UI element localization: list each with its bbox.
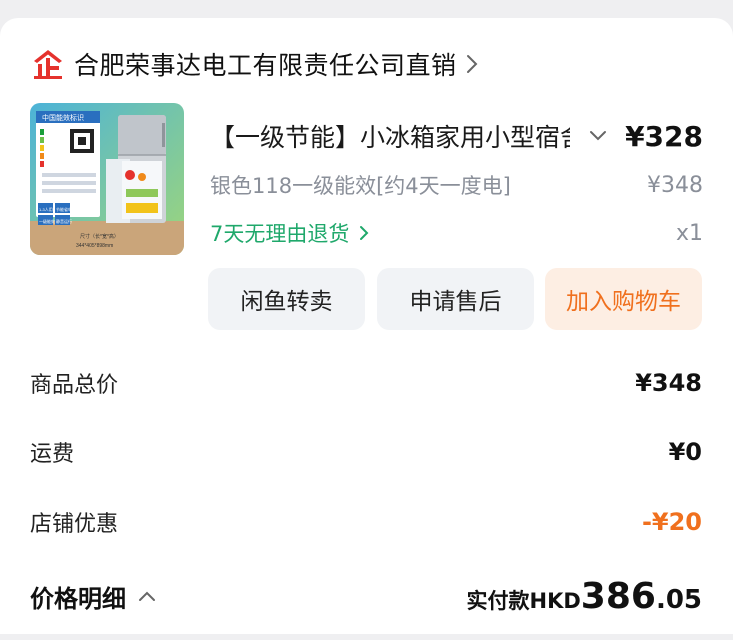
product-price: ¥328 — [625, 119, 703, 153]
product-title[interactable]: 【一级节能】小冰箱家用小型宿舍 — [210, 118, 570, 154]
shipping-row: 运费 ¥0 — [30, 434, 702, 470]
size-value: 344*405*898mm — [76, 243, 113, 249]
feature-4: 静音运行 — [56, 218, 72, 224]
return-row: 7天无理由退货 x1 — [210, 217, 703, 249]
shop-discount-row: 店铺优惠 -¥20 — [30, 504, 702, 540]
shop-name[interactable]: 合肥荣事达电工有限责任公司直销 — [74, 46, 457, 82]
shop-header[interactable]: 合肥荣事达电工有限责任公司直销 — [30, 44, 479, 84]
price-detail-toggle[interactable]: 价格明细 — [30, 579, 156, 614]
return-policy-label: 7天无理由退货 — [210, 222, 350, 246]
chevron-right-icon[interactable] — [465, 53, 479, 75]
add-to-cart-button[interactable]: 加入购物车 — [545, 268, 702, 330]
shipping-label: 运费 — [30, 442, 75, 467]
return-policy-link[interactable]: 7天无理由退货 — [210, 218, 369, 248]
amount-paid-integer: 386 — [580, 575, 656, 617]
chevron-up-icon — [139, 591, 155, 601]
chevron-down-icon[interactable] — [588, 129, 608, 143]
energy-label-title: 中国能效标识 — [42, 113, 84, 122]
price-footer: 价格明细 实付款HKD 386 .05 — [30, 573, 702, 619]
quantity: x1 — [675, 220, 703, 246]
feature-1: 1-3人用 — [39, 207, 53, 212]
amount-paid-label: 实付款HKD — [466, 588, 581, 613]
price-detail-label: 价格明细 — [30, 584, 126, 613]
spec-row: 银色118一级能效[约4天一度电] ¥348 — [210, 169, 703, 201]
product-spec: 银色118一级能效[约4天一度电] — [210, 174, 511, 198]
size-title: 尺寸（长*宽*高） — [80, 233, 119, 240]
original-price: ¥348 — [647, 172, 703, 198]
shipping-value: ¥0 — [668, 438, 702, 466]
amount-paid: 实付款HKD 386 .05 — [467, 576, 703, 617]
chevron-right-icon — [360, 226, 369, 240]
feature-3: 一级能效 — [39, 218, 55, 224]
xianyu-resell-button[interactable]: 闲鱼转卖 — [208, 268, 365, 330]
goods-total-row: 商品总价 ¥348 — [30, 365, 702, 401]
order-card: 合肥荣事达电工有限责任公司直销 中国能效标识 1-3人用 节能省电 一级能效 静… — [0, 18, 733, 634]
feature-2: 节能省电 — [56, 206, 72, 212]
goods-total-value: ¥348 — [635, 369, 702, 397]
amount-paid-decimal: .05 — [655, 584, 702, 615]
goods-total-label: 商品总价 — [30, 373, 119, 398]
product-title-row[interactable]: 【一级节能】小冰箱家用小型宿舍 ¥328 — [210, 116, 703, 156]
shop-discount-label: 店铺优惠 — [30, 512, 119, 537]
after-sales-button[interactable]: 申请售后 — [377, 268, 534, 330]
shop-logo-icon — [34, 50, 62, 79]
product-image[interactable]: 中国能效标识 1-3人用 节能省电 一级能效 静音运行 尺寸（长*宽*高） 34… — [30, 103, 184, 255]
shop-discount-value: -¥20 — [641, 508, 702, 536]
